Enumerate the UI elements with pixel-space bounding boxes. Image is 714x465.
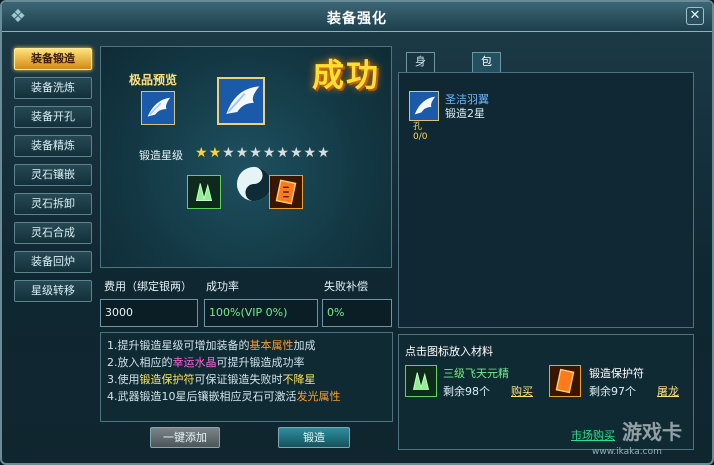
sidebar-item-star-transfer[interactable]: 星级转移	[14, 280, 92, 302]
material-1-remaining: 剩余98个	[443, 385, 490, 398]
rate-label: 成功率	[206, 280, 239, 293]
material-1-buy-link[interactable]: 购买	[511, 383, 533, 399]
item-forge-level: 锻造2星	[445, 107, 485, 120]
forge-window: ❖ 装备强化 ✕ 装备锻造 装备洗炼 装备开孔 装备精炼 灵石镶嵌 灵石拆卸 灵…	[0, 0, 714, 465]
tip-highlight: 锻造保护符	[139, 373, 195, 386]
cost-label: 费用（绑定银两）	[104, 280, 192, 293]
material-crystal-slot[interactable]	[405, 365, 437, 397]
tip-text: 1.提升锻造星级可增加装备的	[107, 339, 250, 352]
close-icon[interactable]: ✕	[686, 7, 704, 25]
sidebar-item-combine[interactable]: 灵石合成	[14, 222, 92, 244]
compensation-value: 0%	[322, 299, 392, 327]
sidebar-item-refine[interactable]: 装备精炼	[14, 135, 92, 157]
title-bar: ❖ 装备强化 ✕	[2, 2, 712, 32]
star-icon: ★	[317, 145, 330, 161]
wing-icon	[410, 92, 438, 120]
sidebar-item-punch[interactable]: 装备开孔	[14, 106, 92, 128]
tab-bag[interactable]: 包裹装备	[472, 52, 501, 122]
star-icon: ★	[208, 145, 222, 161]
market-buy-link[interactable]: 市场购买	[571, 427, 615, 443]
item-slot[interactable]	[409, 91, 439, 121]
tip-text: 加成	[293, 339, 316, 352]
tip-line: 2.放入相应的幸运水晶可提升锻造成功率	[107, 354, 386, 371]
star-icon: ★	[303, 145, 317, 161]
tip-text: 可保证锻造失败时	[194, 373, 283, 386]
tip-text: 3.使用	[107, 373, 140, 386]
compensation-label: 失败补偿	[324, 280, 368, 293]
tip-line: 4.武器锻造10星后镶嵌相应灵石可激活发光属性	[107, 388, 386, 405]
sidebar-item-wash[interactable]: 装备洗炼	[14, 77, 92, 99]
wing-icon	[142, 92, 174, 124]
material-1-name: 三级飞天元精	[443, 367, 509, 380]
watermark-logo: 游戏卡	[622, 420, 682, 444]
material-2-link[interactable]: 屠龙	[657, 383, 679, 399]
star-icon: ★	[249, 145, 262, 161]
crystal-icon	[406, 366, 436, 396]
forge-star-rating: ★★★★★★★★★★	[195, 145, 331, 161]
sidebar-item-inlay[interactable]: 灵石镶嵌	[14, 164, 92, 186]
auto-add-button[interactable]: 一键添加	[150, 427, 220, 448]
tip-highlight: 发光属性	[296, 390, 341, 403]
protect-talisman-slot[interactable]	[269, 175, 303, 209]
tips-panel: 1.提升锻造星级可增加装备的基本属性加成 2.放入相应的幸运水晶可提升锻造成功率…	[100, 332, 393, 422]
star-icon: ★	[235, 145, 249, 161]
star-icon: ★	[195, 145, 208, 161]
sidebar-item-remove[interactable]: 灵石拆卸	[14, 193, 92, 215]
preview-item-slot[interactable]	[141, 91, 175, 125]
rate-value: 100%(VIP 0%)	[204, 299, 318, 327]
crystal-icon	[188, 176, 220, 208]
tip-text: 可提升锻造成功率	[216, 356, 305, 369]
watermark-url: www.ikaka.com	[592, 447, 662, 457]
star-icon: ★	[262, 145, 276, 161]
star-icon: ★	[289, 145, 303, 161]
tip-line: 1.提升锻造星级可增加装备的基本属性加成	[107, 337, 386, 354]
tab-equipped[interactable]: 身上装备	[406, 52, 435, 122]
sidebar-item-recycle[interactable]: 装备回炉	[14, 251, 92, 273]
materials-title: 点击图标放入材料	[405, 345, 493, 358]
material-2-remaining: 剩余97个	[589, 385, 636, 398]
material-2-name: 锻造保护符	[589, 367, 644, 380]
star-icon: ★	[276, 145, 289, 161]
forge-star-label: 锻造星级	[139, 149, 183, 162]
preview-title: 极品预览	[129, 73, 178, 87]
taiji-icon	[236, 166, 272, 202]
cost-value: 3000	[100, 299, 198, 327]
talisman-icon	[550, 366, 580, 396]
tip-highlight: 基本属性	[249, 339, 294, 352]
forge-button[interactable]: 锻造	[278, 427, 350, 448]
tip-line: 3.使用锻造保护符可保证锻造失败时不降星	[107, 371, 386, 388]
sidebar-item-forge[interactable]: 装备锻造	[14, 48, 92, 70]
tip-text: 4.武器锻造10星后镶嵌相应灵石可激活	[107, 390, 297, 403]
luck-crystal-slot[interactable]	[187, 175, 221, 209]
talisman-icon	[270, 176, 302, 208]
tip-highlight: 幸运水晶	[172, 356, 217, 369]
main-item-slot[interactable]	[217, 77, 265, 125]
tip-text: 2.放入相应的	[107, 356, 173, 369]
wing-icon	[219, 79, 263, 123]
star-icon: ★	[222, 145, 235, 161]
item-slot-count: 孔0/0	[413, 122, 428, 142]
material-talisman-slot[interactable]	[549, 365, 581, 397]
success-banner: 成功	[312, 56, 381, 94]
sidebar: 装备锻造 装备洗炼 装备开孔 装备精炼 灵石镶嵌 灵石拆卸 灵石合成 装备回炉 …	[14, 48, 99, 309]
window-title: 装备强化	[327, 11, 387, 27]
tip-highlight: 不降星	[282, 373, 316, 386]
inventory-panel: 孔0/0 圣洁羽翼 锻造2星	[398, 72, 694, 328]
